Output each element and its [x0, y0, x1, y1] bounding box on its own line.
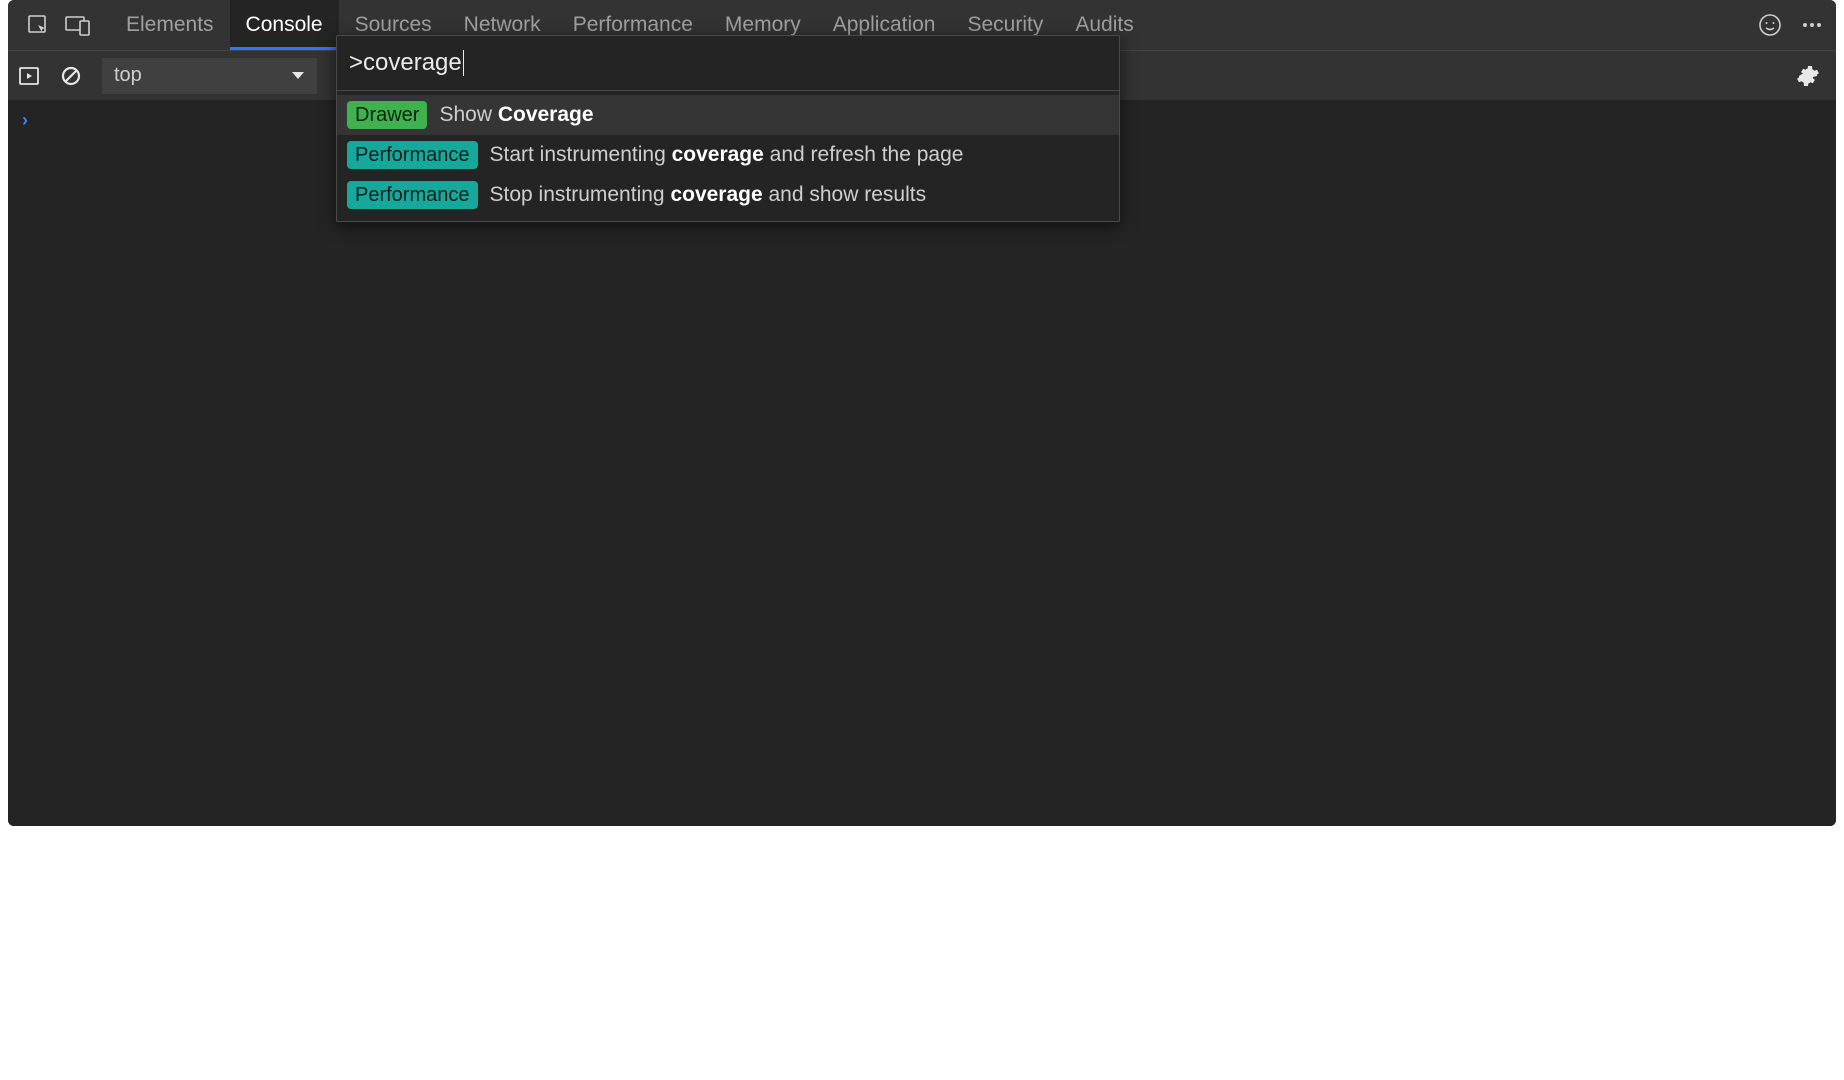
- feedback-icon[interactable]: [1758, 13, 1782, 37]
- tab-console[interactable]: Console: [230, 0, 339, 50]
- command-menu-item[interactable]: Performance Start instrumenting coverage…: [337, 135, 1119, 175]
- devtools-window: Elements Console Sources Network Perform…: [8, 0, 1836, 826]
- command-menu: >coverage Drawer Show Coverage Performan…: [336, 35, 1120, 222]
- device-toggle-icon[interactable]: [58, 0, 98, 50]
- tab-elements[interactable]: Elements: [110, 0, 230, 50]
- clear-console-icon[interactable]: [60, 65, 90, 87]
- command-menu-query: >coverage: [349, 48, 462, 78]
- command-menu-input[interactable]: >coverage: [349, 48, 1107, 78]
- command-badge: Performance: [347, 181, 478, 209]
- context-selector-value: top: [114, 64, 142, 87]
- gear-icon[interactable]: [1796, 64, 1820, 88]
- text-caret: [463, 50, 464, 76]
- more-icon[interactable]: [1800, 13, 1824, 37]
- console-prompt-icon: ›: [22, 110, 28, 131]
- context-selector[interactable]: top: [102, 58, 317, 94]
- command-text: Start instrumenting coverage and refresh…: [490, 143, 964, 167]
- inspect-icon[interactable]: [18, 0, 58, 50]
- toggle-sidebar-icon[interactable]: [18, 65, 48, 87]
- command-menu-item[interactable]: Performance Stop instrumenting coverage …: [337, 175, 1119, 215]
- command-text: Stop instrumenting coverage and show res…: [490, 183, 927, 207]
- chevron-down-icon: [291, 71, 305, 81]
- command-text: Show Coverage: [439, 103, 593, 127]
- command-menu-item[interactable]: Drawer Show Coverage: [337, 95, 1119, 135]
- command-badge: Drawer: [347, 101, 427, 129]
- command-badge: Performance: [347, 141, 478, 169]
- command-menu-list: Drawer Show Coverage Performance Start i…: [337, 91, 1119, 221]
